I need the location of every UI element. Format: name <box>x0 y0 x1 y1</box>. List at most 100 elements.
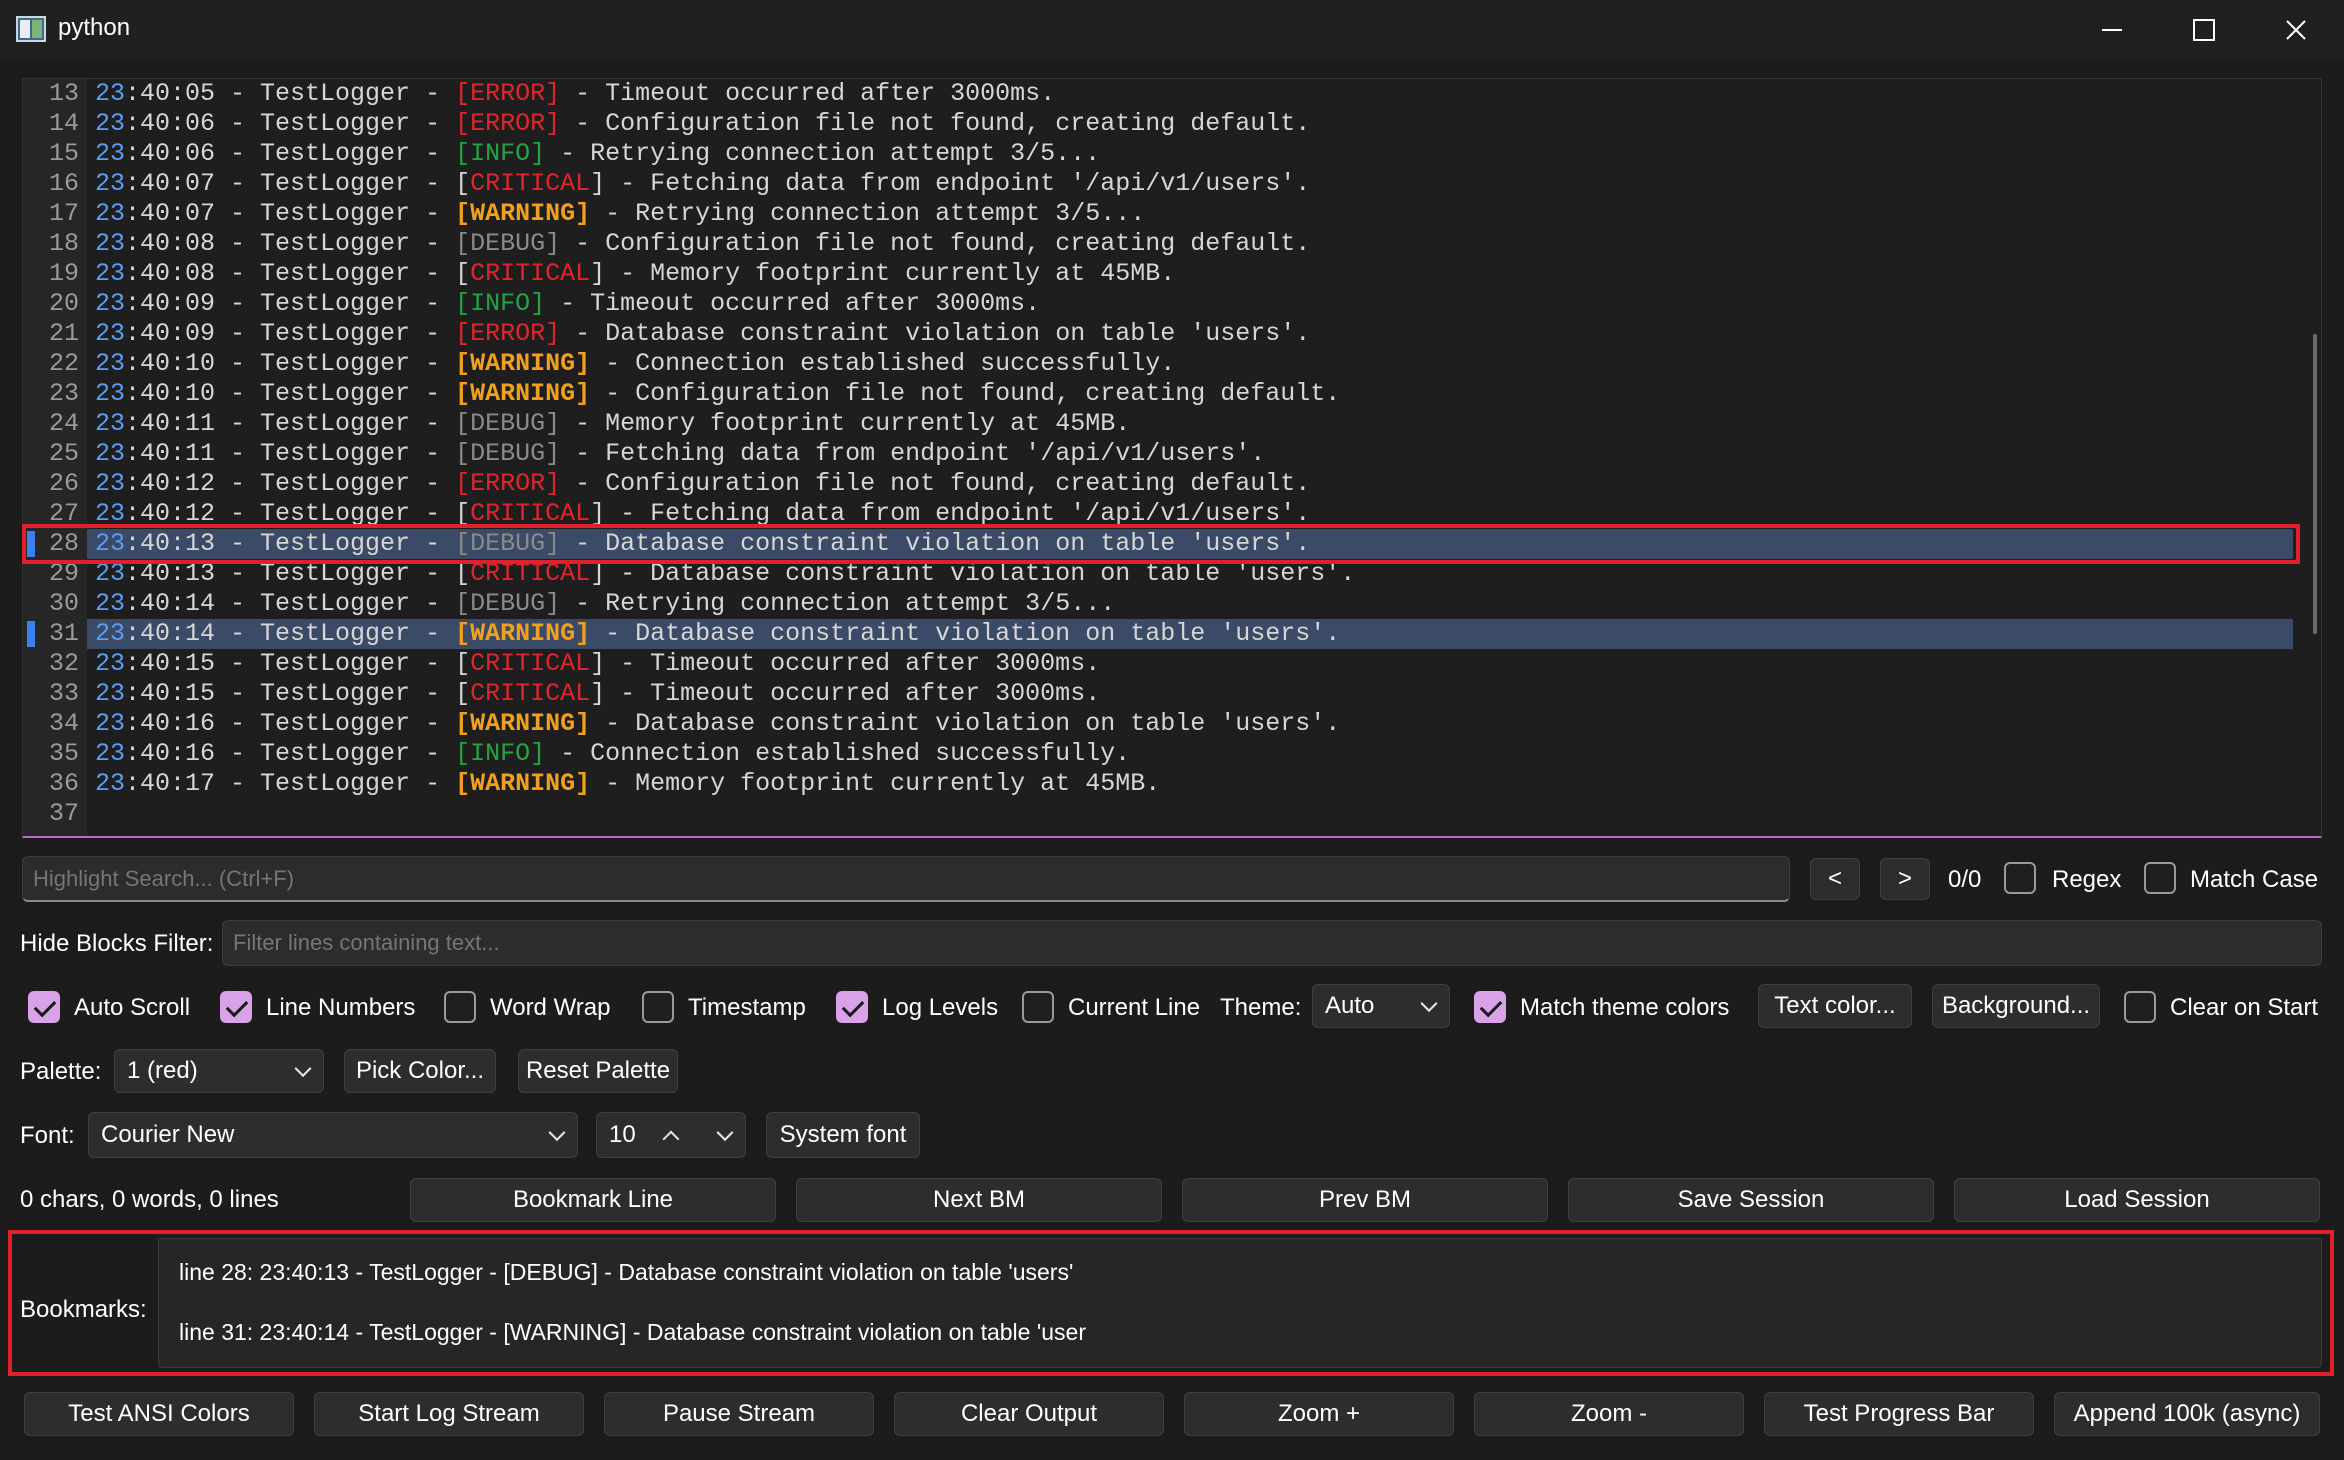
clear-on-start-checkbox[interactable] <box>2124 991 2156 1023</box>
log-level: [ERROR] <box>455 319 561 348</box>
background-button[interactable]: Background... <box>1932 984 2100 1028</box>
log-line[interactable]: 15 23:40:06 - TestLogger - [INFO] - Retry… <box>23 139 2321 169</box>
pick-color-button[interactable]: Pick Color... <box>344 1049 496 1093</box>
log-line-text: 23:40:14 - TestLogger - [WARNING] - Data… <box>95 619 1340 649</box>
log-lines: 13 23:40:05 - TestLogger - [ERROR] - Time… <box>23 79 2321 829</box>
log-line-text: 23:40:16 - TestLogger - [INFO] - Connect… <box>95 739 1130 769</box>
log-levels-checkbox[interactable] <box>836 991 868 1023</box>
log-line[interactable]: 30 23:40:14 - TestLogger - [DEBUG] - Retr… <box>23 589 2321 619</box>
log-message: - Connection established successfully. <box>590 349 1176 378</box>
app-icon <box>16 16 46 42</box>
highlight-search-input[interactable] <box>22 856 1790 902</box>
log-line[interactable]: 20 23:40:09 - TestLogger - [INFO] - Timeo… <box>23 289 2321 319</box>
match-theme-colors-checkbox[interactable] <box>1474 991 1506 1023</box>
test-progress-bar-button[interactable]: Test Progress Bar <box>1764 1392 2034 1436</box>
log-line-text: 23:40:12 - TestLogger - [CRITICAL] - Fet… <box>95 499 1310 529</box>
match-case-checkbox[interactable] <box>2144 862 2176 894</box>
log-line[interactable]: 26 23:40:12 - TestLogger - [ERROR] - Conf… <box>23 469 2321 499</box>
log-timestamp-hour: 23 <box>95 319 126 348</box>
log-line[interactable]: 28 23:40:13 - TestLogger - [DEBUG] - Data… <box>23 529 2321 559</box>
chevron-down-icon[interactable] <box>716 1124 734 1142</box>
word-wrap-checkbox[interactable] <box>444 991 476 1023</box>
bookmark-item[interactable]: line 28: 23:40:13 - TestLogger - [DEBUG]… <box>179 1259 1073 1286</box>
zoom-out-button[interactable]: Zoom - <box>1474 1392 1744 1436</box>
log-line-text: 23:40:15 - TestLogger - [CRITICAL] - Tim… <box>95 649 1100 679</box>
search-prev-button[interactable]: < <box>1810 858 1860 900</box>
log-timestamp-source: :40:16 - TestLogger - <box>125 709 456 738</box>
log-line[interactable]: 14 23:40:06 - TestLogger - [ERROR] - Conf… <box>23 109 2321 139</box>
log-line[interactable]: 22 23:40:10 - TestLogger - [WARNING] - Co… <box>23 349 2321 379</box>
log-timestamp-source: :40:14 - TestLogger - <box>125 619 456 648</box>
chevron-up-icon[interactable] <box>662 1130 680 1148</box>
zoom-in-button[interactable]: Zoom + <box>1184 1392 1454 1436</box>
text-stats: 0 chars, 0 words, 0 lines <box>20 1186 279 1213</box>
timestamp-checkbox[interactable] <box>642 991 674 1023</box>
log-line[interactable]: 27 23:40:12 - TestLogger - [CRITICAL] - F… <box>23 499 2321 529</box>
palette-select[interactable]: 1 (red) <box>114 1049 324 1093</box>
log-output-panel[interactable]: 13 23:40:05 - TestLogger - [ERROR] - Time… <box>22 78 2322 838</box>
theme-select[interactable]: Auto <box>1312 984 1450 1028</box>
log-line[interactable]: 37 <box>23 799 2321 829</box>
line-numbers-checkbox[interactable] <box>220 991 252 1023</box>
log-line[interactable]: 13 23:40:05 - TestLogger - [ERROR] - Time… <box>23 79 2321 109</box>
append-100k-button[interactable]: Append 100k (async) <box>2054 1392 2320 1436</box>
hide-blocks-filter-input[interactable] <box>222 920 2322 966</box>
line-number: 34 <box>48 709 79 738</box>
log-timestamp-hour: 23 <box>95 289 126 318</box>
log-line[interactable]: 31 23:40:14 - TestLogger - [WARNING] - Da… <box>23 619 2321 649</box>
auto-scroll-label: Auto Scroll <box>74 994 191 1021</box>
line-number: 19 <box>48 259 79 288</box>
log-line[interactable]: 18 23:40:08 - TestLogger - [DEBUG] - Conf… <box>23 229 2321 259</box>
save-session-button[interactable]: Save Session <box>1568 1178 1934 1222</box>
log-line[interactable]: 34 23:40:16 - TestLogger - [WARNING] - Da… <box>23 709 2321 739</box>
font-size-spinbox[interactable]: 10 <box>596 1112 746 1158</box>
log-line[interactable]: 35 23:40:16 - TestLogger - [INFO] - Conne… <box>23 739 2321 769</box>
log-line[interactable]: 36 23:40:17 - TestLogger - [WARNING] - Me… <box>23 769 2321 799</box>
text-color-button[interactable]: Text color... <box>1758 984 1912 1028</box>
pause-stream-button[interactable]: Pause Stream <box>604 1392 874 1436</box>
test-ansi-colors-button[interactable]: Test ANSI Colors <box>24 1392 294 1436</box>
log-line[interactable]: 23 23:40:10 - TestLogger - [WARNING] - Co… <box>23 379 2321 409</box>
log-line[interactable]: 21 23:40:09 - TestLogger - [ERROR] - Data… <box>23 319 2321 349</box>
log-line[interactable]: 19 23:40:08 - TestLogger - [CRITICAL] - M… <box>23 259 2321 289</box>
log-line[interactable]: 25 23:40:11 - TestLogger - [DEBUG] - Fetc… <box>23 439 2321 469</box>
regex-checkbox[interactable] <box>2004 862 2036 894</box>
next-bookmark-button[interactable]: Next BM <box>796 1178 1162 1222</box>
log-line-text: 23:40:07 - TestLogger - [WARNING] - Retr… <box>95 199 1145 229</box>
line-number: 21 <box>48 319 79 348</box>
log-line[interactable]: 16 23:40:07 - TestLogger - [CRITICAL] - F… <box>23 169 2321 199</box>
start-log-stream-button[interactable]: Start Log Stream <box>314 1392 584 1436</box>
log-line[interactable]: 17 23:40:07 - TestLogger - [WARNING] - Re… <box>23 199 2321 229</box>
maximize-button[interactable] <box>2158 0 2250 60</box>
close-button[interactable] <box>2250 0 2342 60</box>
search-next-button[interactable]: > <box>1880 858 1930 900</box>
log-level: [DEBUG] <box>455 529 561 558</box>
system-font-button[interactable]: System font <box>766 1112 920 1158</box>
log-line[interactable]: 24 23:40:11 - TestLogger - [DEBUG] - Memo… <box>23 409 2321 439</box>
load-session-button[interactable]: Load Session <box>1954 1178 2320 1222</box>
current-line-checkbox[interactable] <box>1022 991 1054 1023</box>
bookmark-item[interactable]: line 31: 23:40:14 - TestLogger - [WARNIN… <box>179 1319 1086 1346</box>
word-wrap-label: Word Wrap <box>490 994 611 1021</box>
window-title: python <box>58 14 131 41</box>
line-number: 17 <box>48 199 79 228</box>
minimize-button[interactable] <box>2066 0 2158 60</box>
bookmarks-list[interactable]: line 28: 23:40:13 - TestLogger - [DEBUG]… <box>158 1238 2322 1368</box>
log-scrollbar[interactable] <box>2313 334 2317 634</box>
font-family-select[interactable]: Courier New <box>88 1112 578 1158</box>
prev-bookmark-button[interactable]: Prev BM <box>1182 1178 1548 1222</box>
palette-select-value: 1 (red) <box>127 1057 198 1084</box>
clear-output-button[interactable]: Clear Output <box>894 1392 1164 1436</box>
log-line-text: 23:40:09 - TestLogger - [ERROR] - Databa… <box>95 319 1310 349</box>
auto-scroll-checkbox[interactable] <box>28 991 60 1023</box>
theme-select-value: Auto <box>1325 992 1375 1019</box>
font-label: Font: <box>20 1122 75 1149</box>
log-level: [DEBUG] <box>455 229 561 258</box>
log-line[interactable]: 33 23:40:15 - TestLogger - [CRITICAL] - T… <box>23 679 2321 709</box>
log-line[interactable]: 29 23:40:13 - TestLogger - [CRITICAL] - D… <box>23 559 2321 589</box>
log-timestamp-source: :40:16 - TestLogger - <box>125 739 456 768</box>
log-line[interactable]: 32 23:40:15 - TestLogger - [CRITICAL] - T… <box>23 649 2321 679</box>
log-line-text: 23:40:06 - TestLogger - [INFO] - Retryin… <box>95 139 1100 169</box>
bookmark-line-button[interactable]: Bookmark Line <box>410 1178 776 1222</box>
reset-palette-button[interactable]: Reset Palette <box>518 1049 678 1093</box>
